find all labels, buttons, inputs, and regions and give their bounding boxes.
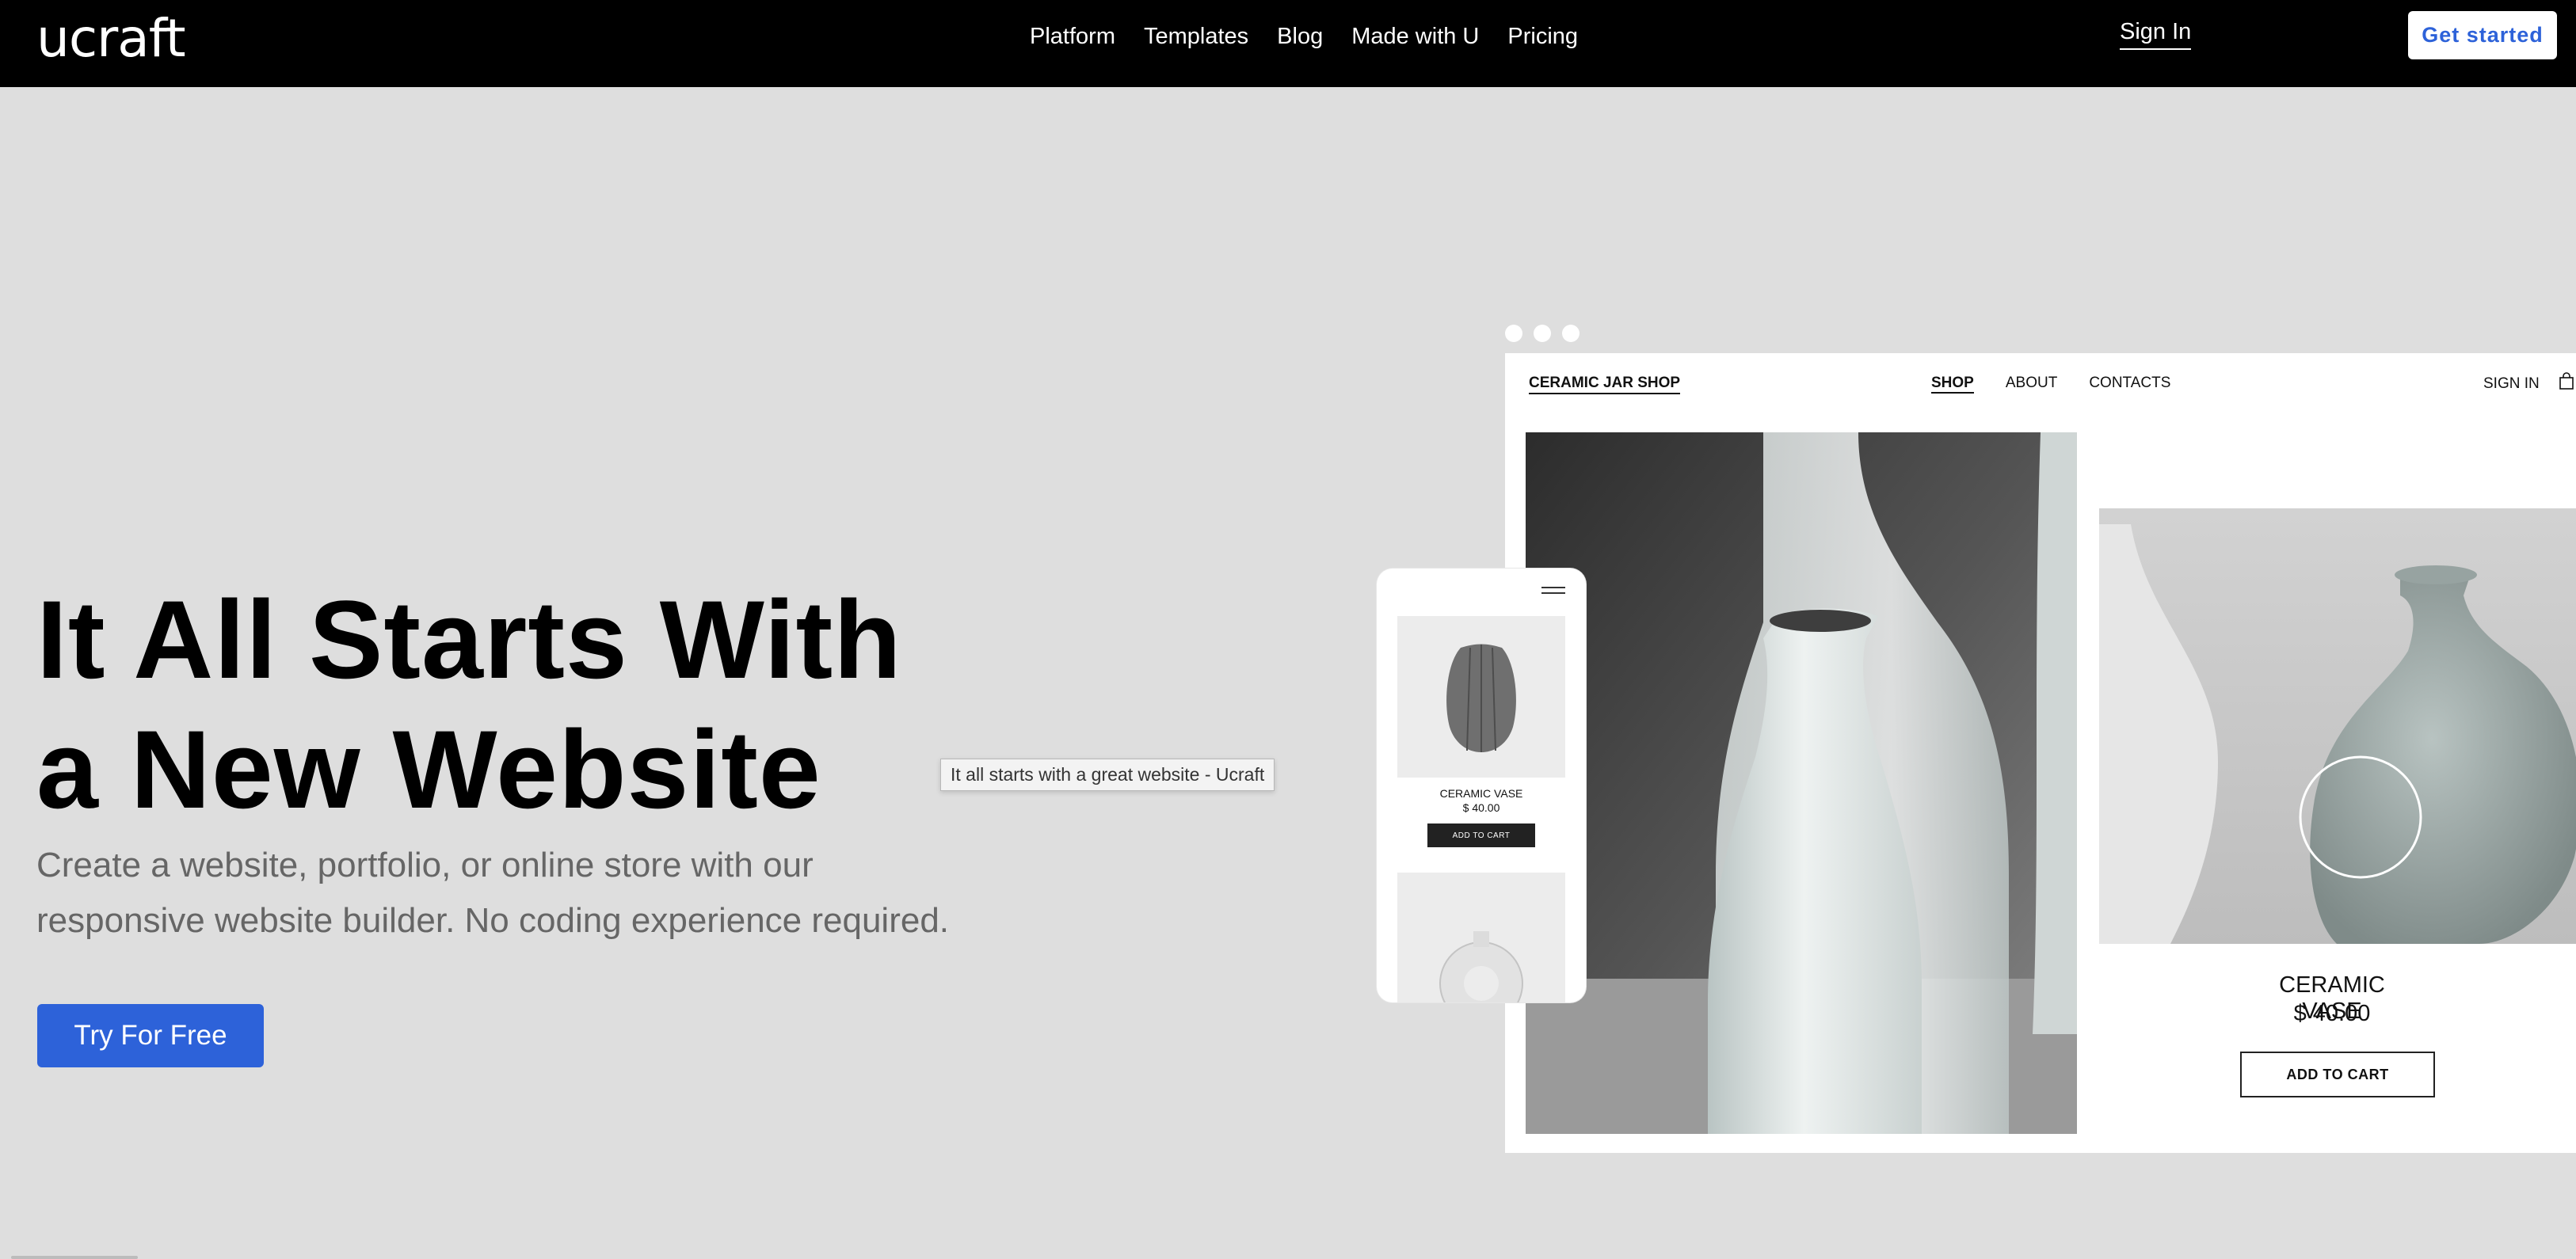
hero-title: It All Starts With a New Website (36, 575, 902, 835)
nav-link-templates[interactable]: Templates (1144, 22, 1248, 51)
shopping-bag-icon (2559, 372, 2574, 390)
get-started-button[interactable]: Get started (2408, 11, 2557, 59)
nav-link-pricing[interactable]: Pricing (1507, 22, 1578, 51)
ceramic-vase-photo (2099, 508, 2576, 944)
nav-link-blog[interactable]: Blog (1277, 22, 1323, 51)
window-dot-icon (1505, 325, 1522, 342)
ucraft-logo[interactable]: ucraft (36, 8, 186, 69)
browser-window-dots (1505, 325, 1580, 342)
nav-link-made-with-u[interactable]: Made with U (1351, 22, 1479, 51)
hero-subtitle-line-2: responsive website builder. No coding ex… (36, 901, 950, 940)
image-tooltip: It all starts with a great website - Ucr… (940, 759, 1275, 791)
try-for-free-button[interactable]: Try For Free (37, 1004, 264, 1067)
hero-subtitle-line-1: Create a website, portfolio, or online s… (36, 846, 814, 884)
product-price: $ 40.00 (2293, 1001, 2371, 1026)
window-dot-icon (1562, 325, 1580, 342)
ring-vase-photo (1397, 873, 1565, 1002)
add-to-cart-button: ADD TO CART (2240, 1052, 2435, 1097)
desktop-site-mockup: CERAMIC JAR SHOP SHOP ABOUT CONTACTS SIG… (1505, 353, 2576, 1153)
mockup-nav-contacts: CONTACTS (2089, 375, 2171, 391)
mockup-sign-in: SIGN IN (2483, 375, 2540, 392)
hero-subtitle: Create a website, portfolio, or online s… (36, 838, 1066, 949)
nav-link-platform[interactable]: Platform (1030, 22, 1115, 51)
window-dot-icon (1534, 325, 1551, 342)
sign-in-link[interactable]: Sign In (2120, 17, 2192, 50)
mobile-site-mockup: CERAMIC VASE $ 40.00 ADD TO CART (1377, 569, 1586, 1002)
hero-title-line-2: a New Website (36, 707, 821, 831)
ceramic-bottles-photo (1526, 432, 2077, 1134)
main-nav: Platform Templates Blog Made with U Pric… (1030, 22, 1606, 51)
mockup-shop-brand: CERAMIC JAR SHOP (1529, 375, 1681, 394)
hero-title-line-1: It All Starts With (36, 577, 902, 702)
hamburger-menu-icon (1541, 587, 1565, 594)
phone-product-price: $ 40.00 (1462, 801, 1500, 814)
top-navigation-bar: ucraft Platform Templates Blog Made with… (0, 0, 2576, 87)
phone-add-to-cart-button: ADD TO CART (1427, 823, 1535, 847)
phone-product-name: CERAMIC VASE (1439, 787, 1523, 800)
mockup-nav: SHOP ABOUT CONTACTS (1931, 375, 2202, 394)
scroll-indicator (11, 1256, 138, 1259)
mockup-nav-about: ABOUT (2005, 375, 2058, 391)
mockup-nav-shop: SHOP (1931, 375, 1974, 394)
faceted-vase-photo (1397, 616, 1565, 778)
